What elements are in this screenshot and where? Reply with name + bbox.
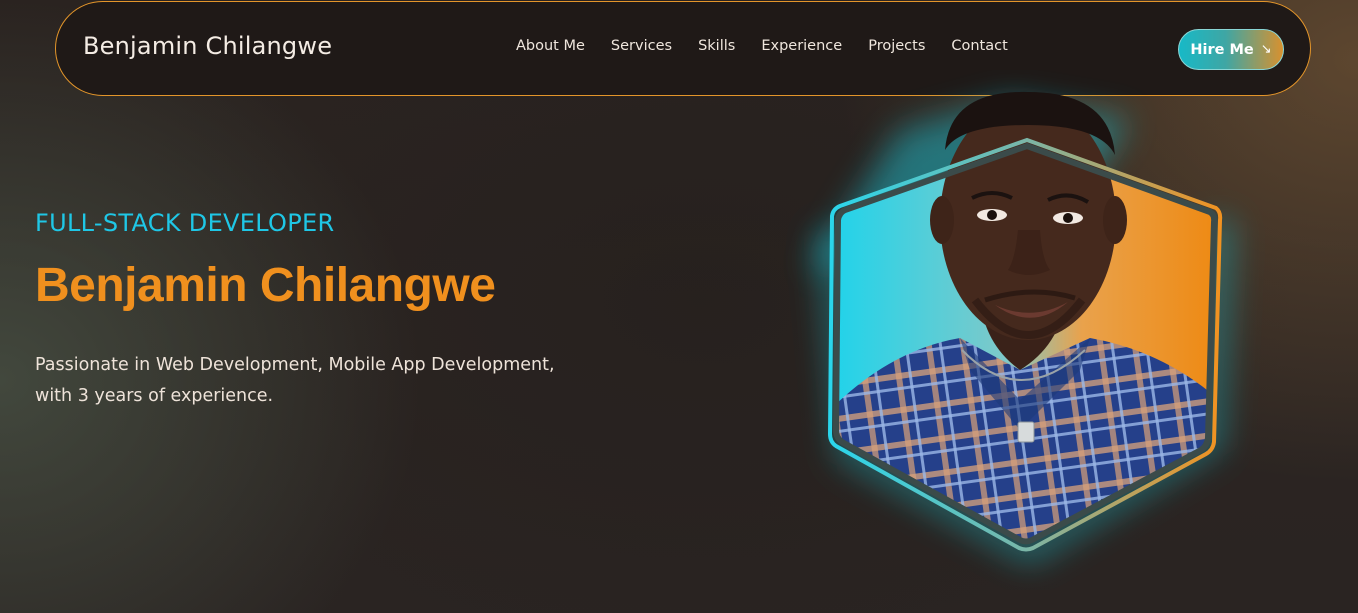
hire-me-button[interactable]: Hire Me ↘ bbox=[1178, 29, 1284, 70]
nav-links: About Me Services Skills Experience Proj… bbox=[516, 38, 1034, 54]
nav-link-projects[interactable]: Projects bbox=[868, 38, 925, 54]
nav-link-services[interactable]: Services bbox=[611, 38, 672, 54]
hero-role: FULL-STACK DEVELOPER bbox=[35, 209, 335, 237]
nav-link-about[interactable]: About Me bbox=[516, 38, 585, 54]
nav-link-experience[interactable]: Experience bbox=[761, 38, 842, 54]
hero-tagline: Passionate in Web Development, Mobile Ap… bbox=[35, 350, 595, 412]
portrait-hexagon bbox=[810, 91, 1233, 566]
nav-link-skills[interactable]: Skills bbox=[698, 38, 735, 54]
hire-me-label: Hire Me bbox=[1190, 41, 1254, 58]
brand-logo[interactable]: Benjamin Chilangwe bbox=[83, 32, 332, 60]
arrow-down-right-icon: ↘ bbox=[1260, 42, 1272, 57]
hero-name: Benjamin Chilangwe bbox=[35, 259, 496, 312]
hero-tagline-line1: Passionate in Web Development, Mobile Ap… bbox=[35, 355, 555, 375]
nav-link-contact[interactable]: Contact bbox=[951, 38, 1007, 54]
hero-tagline-line2: with 3 years of experience. bbox=[35, 386, 274, 406]
